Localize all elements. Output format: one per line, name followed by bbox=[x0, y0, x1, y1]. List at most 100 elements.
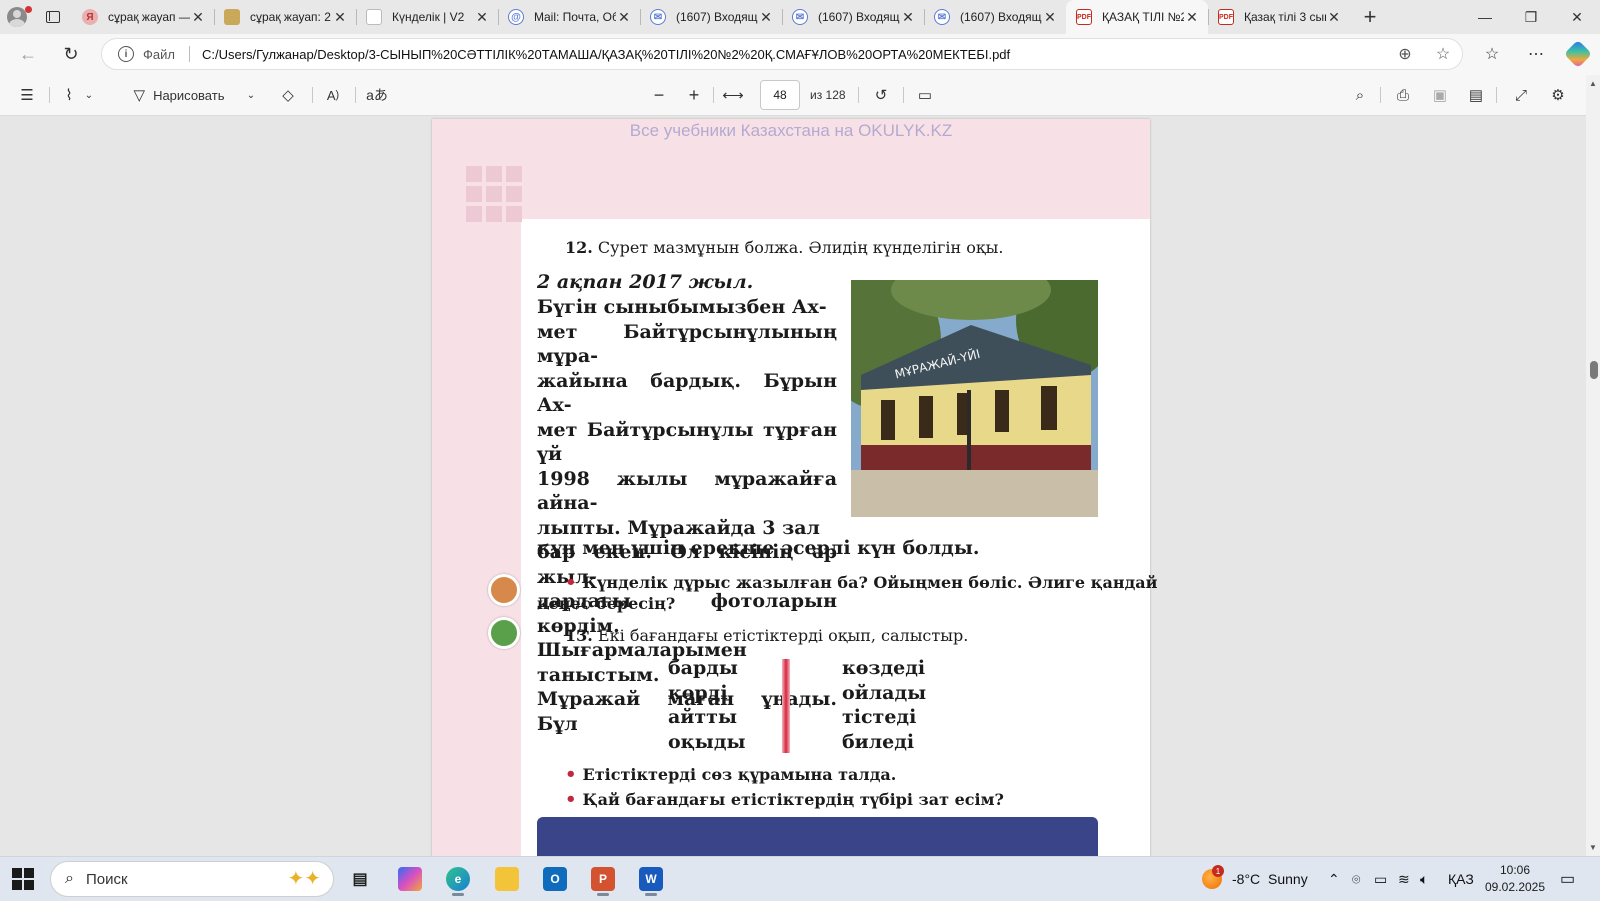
fullscreen-button[interactable]: ⤢ bbox=[1508, 81, 1534, 109]
tab-title: Күнделік | V2 bbox=[392, 10, 465, 24]
volume-icon[interactable]: 🔈︎ bbox=[1420, 857, 1428, 901]
bullet-icon: • bbox=[565, 572, 577, 593]
tab-title: сұрақ жауап: 2 bbox=[250, 10, 331, 24]
zoom-out-button[interactable]: − bbox=[646, 81, 672, 109]
page-number-input[interactable]: 48 bbox=[760, 80, 800, 110]
close-tab-icon[interactable]: ✕ bbox=[190, 9, 206, 26]
column-divider bbox=[782, 659, 790, 753]
language-indicator[interactable]: ҚАЗ bbox=[1448, 857, 1474, 901]
highlight-button[interactable]: ⌇ bbox=[58, 81, 80, 109]
meet-icon[interactable]: ⌾ bbox=[1352, 857, 1360, 901]
contents-button[interactable]: ☰ bbox=[14, 81, 40, 109]
search-icon[interactable]: ⌕ bbox=[1347, 81, 1373, 109]
close-tab-icon[interactable]: ✕ bbox=[332, 9, 348, 26]
divider bbox=[312, 87, 313, 103]
powerpoint-pdf-icon[interactable]: P bbox=[583, 862, 623, 896]
page-total: из 128 bbox=[810, 88, 846, 102]
bullet-icon: • bbox=[565, 789, 577, 810]
chevron-down-icon[interactable]: ⌄ bbox=[244, 81, 258, 109]
pdf-viewer[interactable]: Все учебники Казахстана на OKULYK.KZ 12.… bbox=[0, 116, 1586, 856]
decorative-grid bbox=[466, 166, 524, 222]
verb-column-right: көздеді ойлады тістеді биледі bbox=[842, 656, 926, 754]
verb-item: барды bbox=[668, 657, 738, 679]
copilot-button[interactable] bbox=[1560, 38, 1596, 70]
back-button[interactable]: ← bbox=[10, 38, 46, 70]
tab-actions-button[interactable] bbox=[34, 0, 72, 34]
edge-browser-icon[interactable]: e bbox=[438, 862, 478, 896]
zoom-in-button[interactable]: + bbox=[681, 81, 707, 109]
tab-title: (1607) Входящи bbox=[676, 10, 758, 24]
refresh-button[interactable]: ↻ bbox=[53, 38, 89, 70]
favorite-star-icon[interactable]: ☆ bbox=[1424, 44, 1462, 64]
close-tab-icon[interactable]: ✕ bbox=[900, 9, 916, 26]
battery-icon[interactable]: ▭ bbox=[1374, 857, 1387, 901]
print-button[interactable]: ⎙ bbox=[1390, 81, 1416, 109]
url-text[interactable]: C:/Users/Гулжанар/Desktop/3-СЫНЫП%20СӘТТ… bbox=[202, 47, 1386, 62]
clock[interactable]: 10:06 09.02.2025 bbox=[1484, 862, 1546, 896]
chevron-up-icon[interactable]: ⌃ bbox=[1328, 857, 1340, 901]
sparkle-icon: ✦✦ bbox=[287, 868, 321, 890]
zoom-icon[interactable]: ⊕ bbox=[1386, 44, 1424, 64]
new-tab-button[interactable]: + bbox=[1350, 0, 1390, 34]
notifications-icon[interactable]: ▭ bbox=[1560, 857, 1575, 901]
divider bbox=[1380, 87, 1381, 103]
address-bar[interactable]: i Файл C:/Users/Гулжанар/Desktop/3-СЫНЫП… bbox=[101, 38, 1463, 70]
tab-1[interactable]: Я сұрақ жауап — ✕ bbox=[72, 0, 214, 34]
close-tab-icon[interactable]: ✕ bbox=[1042, 9, 1058, 26]
eraser-button[interactable]: ◇ bbox=[275, 81, 301, 109]
page-view-button[interactable]: ▭ bbox=[912, 81, 938, 109]
close-tab-icon[interactable]: ✕ bbox=[758, 9, 774, 26]
file-explorer-icon[interactable] bbox=[487, 862, 527, 896]
info-icon[interactable]: i bbox=[118, 46, 134, 62]
favorites-button[interactable]: ☆ bbox=[1474, 38, 1510, 70]
scroll-up-icon[interactable]: ▲ bbox=[1589, 79, 1597, 88]
scroll-thumb[interactable] bbox=[1590, 361, 1598, 379]
image-icon bbox=[224, 9, 240, 25]
fit-width-button[interactable]: ⟷ bbox=[718, 81, 748, 109]
group-discussion-icon bbox=[488, 574, 520, 606]
tab-4[interactable]: @ Mail: Почта, Об ✕ bbox=[498, 0, 640, 34]
save-button[interactable]: ▣ bbox=[1427, 81, 1453, 109]
outlook-icon[interactable]: O bbox=[535, 862, 575, 896]
pair-work-icon bbox=[488, 617, 520, 649]
word-icon[interactable]: W bbox=[631, 862, 671, 896]
close-tab-icon[interactable]: ✕ bbox=[1184, 9, 1200, 26]
tab-8-active[interactable]: PDF ҚАЗАҚ ТІЛІ №2 ✕ bbox=[1066, 0, 1208, 34]
tab-9[interactable]: PDF Қазақ тілі 3 сын ✕ bbox=[1208, 0, 1350, 34]
draw-button[interactable]: ▽ Нарисовать bbox=[124, 81, 234, 109]
verb-item: тістеді bbox=[842, 706, 917, 728]
close-tab-icon[interactable]: ✕ bbox=[616, 9, 632, 26]
tab-actions-icon bbox=[46, 11, 60, 23]
question-1-continued: кеңес бересің? bbox=[537, 594, 676, 613]
tab-title: (1607) Входящи bbox=[960, 10, 1042, 24]
tab-5[interactable]: ✉ (1607) Входящи ✕ bbox=[640, 0, 782, 34]
wifi-icon[interactable]: ≋ bbox=[1398, 857, 1410, 901]
tab-6[interactable]: ✉ (1607) Входящи ✕ bbox=[782, 0, 924, 34]
vertical-scrollbar[interactable]: ▲ ▼ bbox=[1586, 75, 1600, 856]
copilot-app-icon[interactable] bbox=[390, 862, 430, 896]
tab-3[interactable]: Күнделік | V2 ✕ bbox=[356, 0, 498, 34]
close-tab-icon[interactable]: ✕ bbox=[1326, 9, 1342, 26]
chevron-down-icon[interactable]: ⌄ bbox=[82, 81, 96, 109]
close-tab-icon[interactable]: ✕ bbox=[474, 9, 490, 26]
restore-button[interactable]: ❐ bbox=[1508, 0, 1554, 34]
close-window-button[interactable]: ✕ bbox=[1554, 0, 1600, 34]
task-12-heading: 12. Сурет мазмұнын болжа. Әлидің күнделі… bbox=[565, 238, 1003, 257]
read-aloud-button[interactable]: A) bbox=[320, 81, 346, 109]
taskbar-search[interactable]: ⌕ Поиск ✦✦ bbox=[50, 861, 334, 897]
scroll-down-icon[interactable]: ▼ bbox=[1589, 843, 1597, 852]
windows-start-icon[interactable] bbox=[12, 868, 34, 890]
profile-button[interactable] bbox=[0, 0, 34, 34]
search-icon: ⌕ bbox=[65, 870, 74, 887]
save-as-button[interactable]: ▤ bbox=[1463, 81, 1489, 109]
tab-2[interactable]: сұрақ жауап: 2 ✕ bbox=[214, 0, 356, 34]
more-menu-button[interactable]: ⋯ bbox=[1518, 38, 1554, 70]
settings-gear-icon[interactable]: ⚙ bbox=[1545, 81, 1571, 109]
diary-last-line: күн мен үшін ерекше әсерлі күн болды. bbox=[537, 537, 980, 559]
rotate-button[interactable]: ↺ bbox=[868, 81, 894, 109]
translate-button[interactable]: aあ bbox=[364, 81, 390, 109]
tab-7[interactable]: ✉ (1607) Входящи ✕ bbox=[924, 0, 1066, 34]
minimize-button[interactable]: — bbox=[1462, 0, 1508, 34]
address-bar-row: ← ↻ i Файл C:/Users/Гулжанар/Desktop/3-С… bbox=[0, 34, 1600, 74]
task-view-icon[interactable]: ▤ bbox=[340, 862, 380, 896]
